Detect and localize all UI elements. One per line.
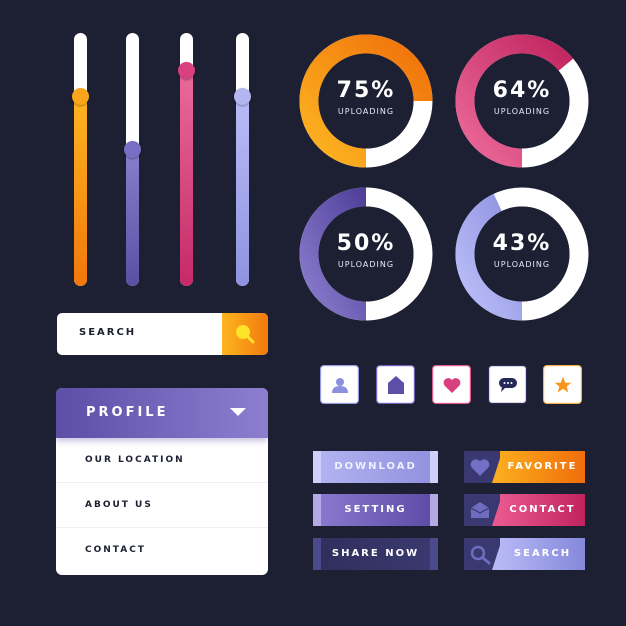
star-icon — [554, 376, 571, 392]
slider-fill — [180, 70, 193, 286]
progress-ring-3: 50% UPLOADING — [299, 187, 433, 321]
contact-button[interactable]: CONTACT — [464, 494, 585, 526]
search-icon — [236, 325, 255, 344]
search-bar[interactable]: SEARCH — [57, 313, 268, 355]
search-icon — [470, 545, 491, 565]
user-icon — [331, 377, 348, 393]
tile-heart[interactable] — [432, 365, 471, 404]
tile-user[interactable] — [320, 365, 359, 404]
slider-fill — [126, 149, 139, 286]
slider-fill — [236, 96, 249, 286]
menu-item-our-location[interactable]: OUR LOCATION — [56, 438, 268, 483]
tile-home[interactable] — [376, 365, 415, 404]
progress-ring-1: 75% UPLOADING — [299, 34, 433, 168]
profile-menu: OUR LOCATION ABOUT US CONTACT PROFILE — [56, 388, 268, 575]
share-now-button[interactable]: SHARE NOW — [313, 538, 438, 570]
setting-button[interactable]: SETTING — [313, 494, 438, 526]
favorite-button[interactable]: FAVORITE — [464, 451, 585, 483]
download-button[interactable]: DOWNLOAD — [313, 451, 438, 483]
ring-status: UPLOADING — [337, 107, 395, 116]
progress-ring-2: 64% UPLOADING — [455, 34, 589, 168]
button-label: SEARCH — [513, 548, 572, 559]
button-label: CONTACT — [509, 504, 576, 515]
search-button-secondary[interactable]: SEARCH — [464, 538, 585, 570]
menu-item-label: OUR LOCATION — [85, 455, 185, 465]
ring-percent: 43% — [492, 231, 552, 256]
chevron-down-icon[interactable] — [230, 408, 246, 416]
ring-percent: 75% — [336, 78, 396, 103]
menu-item-contact[interactable]: CONTACT — [56, 528, 268, 572]
button-label: FAVORITE — [507, 461, 578, 472]
slider-orange[interactable] — [72, 33, 89, 286]
menu-item-label: ABOUT US — [85, 500, 153, 510]
slider-pink[interactable] — [178, 33, 195, 286]
slider-fill — [74, 96, 87, 286]
tile-chat[interactable] — [488, 365, 527, 404]
heart-icon — [443, 377, 460, 393]
profile-menu-title: PROFILE — [86, 405, 169, 420]
slider-knob[interactable] — [234, 87, 251, 105]
ring-percent: 50% — [336, 231, 396, 256]
button-label: DOWNLOAD — [334, 461, 417, 472]
heart-icon — [470, 459, 490, 476]
ring-status: UPLOADING — [493, 260, 551, 269]
button-label: SETTING — [344, 504, 407, 515]
home-icon — [387, 375, 404, 394]
progress-ring-4: 43% UPLOADING — [455, 187, 589, 321]
ring-status: UPLOADING — [337, 260, 395, 269]
slider-lavender[interactable] — [234, 33, 251, 286]
slider-knob[interactable] — [72, 87, 89, 105]
profile-menu-header[interactable]: PROFILE — [56, 388, 268, 438]
menu-item-label: CONTACT — [85, 545, 146, 555]
chat-icon — [498, 377, 517, 392]
slider-purple[interactable] — [124, 33, 141, 286]
envelope-icon — [470, 502, 490, 518]
search-button[interactable] — [222, 313, 268, 355]
ring-status: UPLOADING — [493, 107, 551, 116]
button-label: SHARE NOW — [331, 548, 420, 559]
search-input[interactable]: SEARCH — [79, 327, 136, 338]
slider-knob[interactable] — [124, 140, 141, 158]
menu-item-about-us[interactable]: ABOUT US — [56, 483, 268, 528]
ring-percent: 64% — [492, 78, 552, 103]
tile-star[interactable] — [543, 365, 582, 404]
